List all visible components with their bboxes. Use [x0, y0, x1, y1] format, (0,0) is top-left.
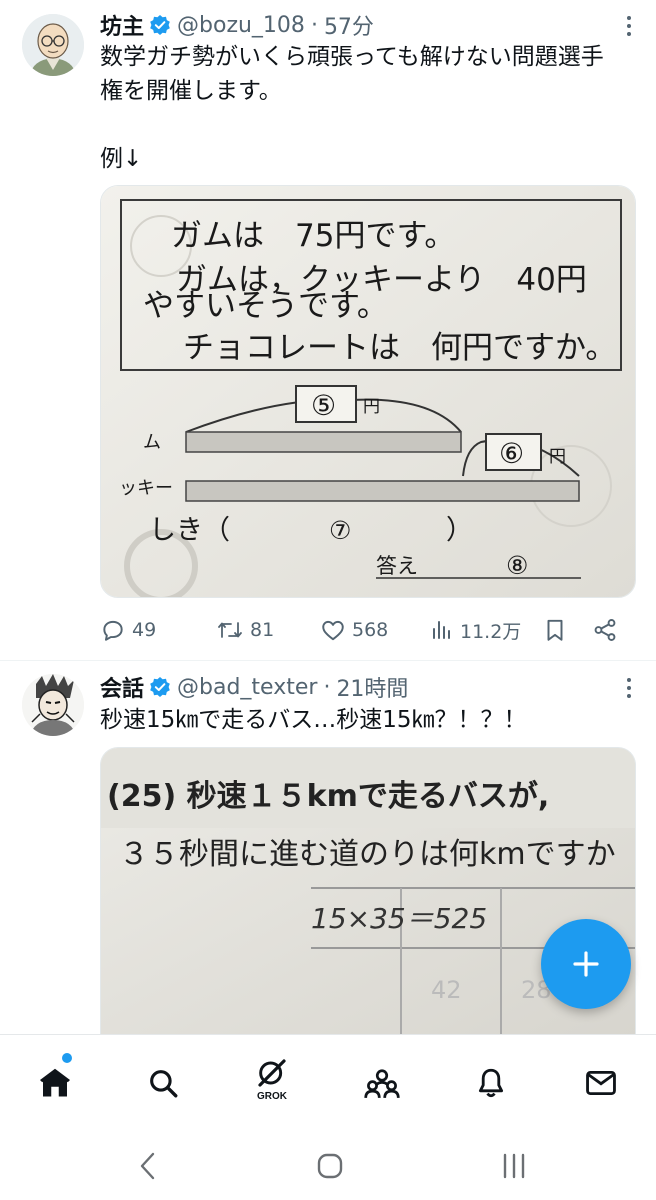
view-count: 11.2万	[460, 620, 522, 643]
home-system-button[interactable]	[308, 1144, 352, 1188]
heart-icon	[322, 620, 344, 641]
gum-label: ム	[143, 432, 161, 453]
worksheet-photo: ガムは 75円です。 ガムは，クッキーより 40円 やすいそうです。 チョコレー…	[101, 186, 635, 597]
user-handle[interactable]: @bozu_108	[177, 13, 305, 38]
back-icon	[140, 1152, 155, 1180]
nav-messages[interactable]	[577, 1059, 625, 1107]
tweet-actions: 49 81 568 11.2万	[100, 612, 636, 648]
yen-label: 円	[549, 447, 566, 467]
retweet-button[interactable]: 81	[216, 617, 320, 643]
worksheet-line: ガムは 75円です。	[171, 218, 455, 254]
like-count: 568	[352, 619, 389, 641]
display-name[interactable]: 会話	[100, 671, 144, 703]
answer-blank-7: ⑦	[329, 516, 351, 545]
search-icon	[150, 1070, 178, 1098]
separator: ·	[323, 674, 331, 700]
avatar-illustration	[22, 674, 84, 736]
system-navigation-bar	[0, 1130, 656, 1200]
avatar-illustration	[22, 14, 84, 76]
problem-line: (25) 秒速１５kmで走るバスが,	[107, 779, 549, 814]
user-handle[interactable]: @bad_texter	[177, 675, 317, 700]
nav-notifications[interactable]	[467, 1059, 515, 1107]
answer-blank-5: ⑤	[311, 389, 336, 422]
tweet-text-example: 例↓	[100, 146, 143, 172]
home-icon	[40, 1068, 70, 1097]
bookmark-button[interactable]	[542, 617, 592, 643]
retweet-count: 81	[250, 619, 275, 641]
views-icon	[433, 621, 450, 639]
reply-button[interactable]: 49	[100, 617, 216, 643]
svg-text:42: 42	[431, 976, 462, 1004]
yen-label: 円	[363, 397, 380, 417]
home-circle-icon	[317, 1153, 343, 1179]
reply-count: 49	[132, 619, 157, 641]
home-notification-dot	[62, 1053, 72, 1063]
back-button[interactable]	[126, 1144, 170, 1188]
tweet-image[interactable]: ガムは 75円です。 ガムは，クッキーより 40円 やすいそうです。 チョコレー…	[100, 185, 636, 598]
recents-icon	[503, 1153, 525, 1179]
answer-blank-6: ⑥	[499, 437, 524, 470]
timestamp[interactable]: 21時間	[336, 671, 408, 703]
share-icon	[594, 619, 616, 641]
tweet-header: 会話 @bad_texter · 21時間	[100, 671, 636, 703]
retweet-icon	[218, 622, 242, 638]
worksheet-line: チョコレートは 何円ですか。	[183, 330, 616, 366]
tweet-text-line: 権を開催します。	[100, 78, 282, 104]
like-button[interactable]: 568	[320, 617, 430, 643]
nav-communities[interactable]	[358, 1059, 406, 1107]
share-button[interactable]	[592, 617, 618, 643]
shiki-close: ）	[446, 515, 473, 546]
worksheet-line: やすいそうです。	[143, 288, 388, 324]
answer-blank-8: ⑧	[506, 551, 528, 580]
bell-icon	[478, 1068, 504, 1098]
tweet-text: 秒速15㎞で走るバス…秒速15㎞？！？！	[100, 707, 527, 733]
nav-home[interactable]	[31, 1059, 79, 1107]
verified-badge-icon	[150, 15, 170, 35]
compose-button[interactable]	[541, 919, 631, 1009]
answer-label: 答え	[376, 554, 418, 578]
bookmark-icon	[547, 619, 563, 641]
grok-icon	[258, 1059, 286, 1087]
avatar[interactable]	[22, 674, 84, 736]
separator: ·	[310, 12, 318, 38]
handwritten-answer: 15×35＝525	[311, 902, 487, 935]
nav-search[interactable]	[139, 1059, 187, 1107]
timestamp[interactable]: 57分	[324, 9, 374, 41]
reply-icon	[103, 620, 123, 641]
shiki-label: しき（	[149, 515, 230, 546]
tweet-header: 坊主 @bozu_108 · 57分	[100, 9, 636, 41]
recents-button[interactable]	[492, 1144, 536, 1188]
tweet-text: 数学ガチ勢がいくら頑張っても解けない問題選手 権を開催します。	[100, 40, 636, 108]
display-name[interactable]: 坊主	[100, 9, 144, 41]
tweet-text-line: 数学ガチ勢がいくら頑張っても解けない問題選手	[100, 44, 604, 70]
communities-icon	[364, 1069, 400, 1099]
views-button[interactable]: 11.2万	[430, 617, 542, 644]
plus-icon	[573, 951, 599, 977]
cookie-label: ッキー	[119, 478, 173, 499]
verified-badge-icon	[150, 677, 170, 697]
more-options-icon[interactable]	[620, 16, 638, 40]
bottom-navigation: GROK	[0, 1034, 656, 1130]
grok-label: GROK	[257, 1091, 287, 1102]
more-options-icon[interactable]	[620, 678, 638, 702]
mail-icon	[586, 1070, 616, 1096]
problem-line: ３５秒間に進む道のりは何kmですか	[119, 837, 616, 872]
tweet[interactable]: 坊主 @bozu_108 · 57分 数学ガチ勢がいくら頑張っても解けない問題選…	[0, 0, 656, 661]
nav-grok[interactable]: GROK	[248, 1055, 296, 1111]
avatar[interactable]	[22, 14, 84, 76]
